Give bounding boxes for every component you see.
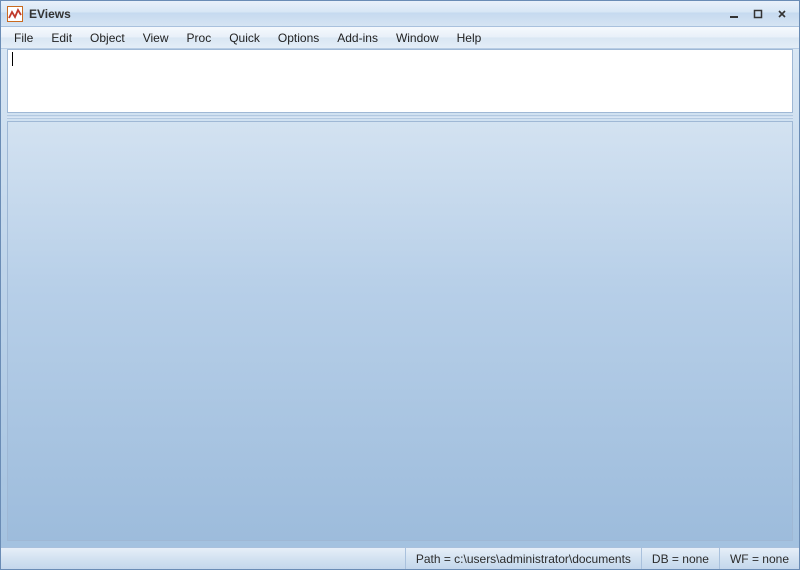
window-controls <box>723 6 793 22</box>
menu-options[interactable]: Options <box>269 29 328 47</box>
maximize-button[interactable] <box>747 6 769 22</box>
window-title: EViews <box>29 7 71 21</box>
menu-help[interactable]: Help <box>448 29 491 47</box>
text-caret <box>12 52 13 66</box>
app-window: EViews File Edit Object <box>0 0 800 570</box>
minimize-button[interactable] <box>723 6 745 22</box>
titlebar[interactable]: EViews <box>1 1 799 27</box>
close-button[interactable] <box>771 6 793 22</box>
menu-edit[interactable]: Edit <box>42 29 81 47</box>
menu-addins[interactable]: Add-ins <box>328 29 387 47</box>
menu-quick[interactable]: Quick <box>220 29 269 47</box>
menubar: File Edit Object View Proc Quick Options… <box>1 27 799 49</box>
menu-view[interactable]: View <box>134 29 178 47</box>
command-input[interactable] <box>7 49 793 113</box>
menu-file[interactable]: File <box>5 29 42 47</box>
status-db[interactable]: DB = none <box>642 548 720 569</box>
status-path[interactable]: Path = c:\users\administrator\documents <box>406 548 642 569</box>
mdi-workspace[interactable] <box>7 121 793 541</box>
maximize-icon <box>753 9 763 19</box>
pane-divider[interactable] <box>7 115 793 119</box>
app-icon <box>7 6 23 22</box>
menu-window[interactable]: Window <box>387 29 448 47</box>
menu-object[interactable]: Object <box>81 29 134 47</box>
client-area <box>1 49 799 547</box>
menu-proc[interactable]: Proc <box>178 29 221 47</box>
status-wf[interactable]: WF = none <box>720 548 799 569</box>
statusbar: Path = c:\users\administrator\documents … <box>1 547 799 569</box>
status-spacer <box>1 548 406 569</box>
close-icon <box>777 9 787 19</box>
minimize-icon <box>729 9 739 19</box>
